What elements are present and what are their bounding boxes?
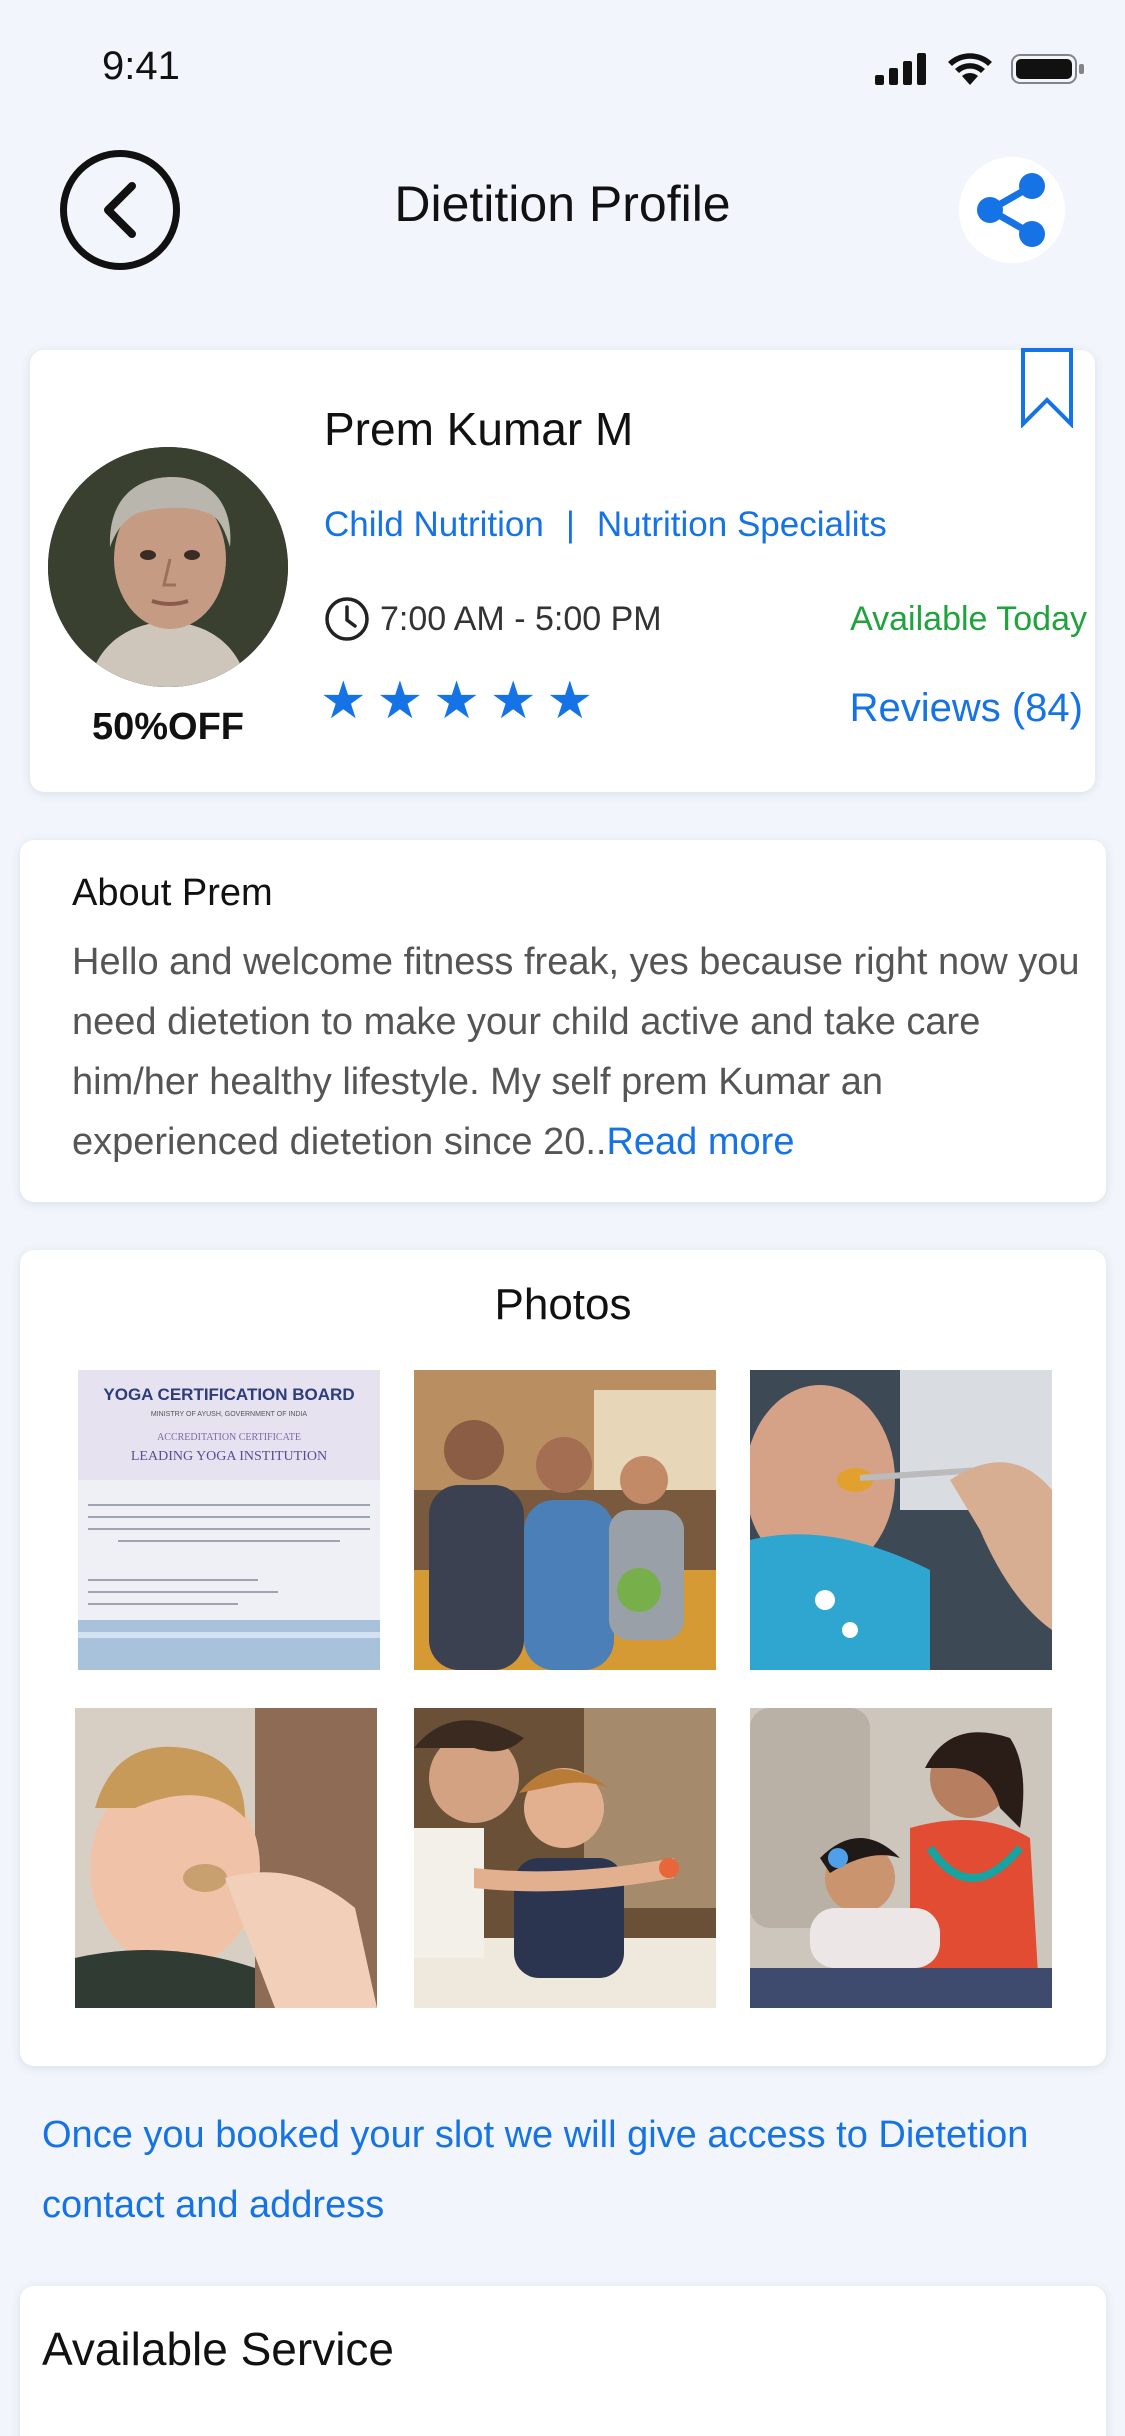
certificate-heading: ACCREDITATION CERTIFICATE	[157, 1432, 301, 1443]
working-hours: 7:00 AM - 5:00 PM	[324, 596, 662, 642]
star-icon: ★	[320, 672, 367, 730]
available-service-card: Available Service	[20, 2286, 1106, 2436]
specialty-separator: |	[565, 505, 575, 544]
share-icon	[977, 173, 1045, 247]
avatar-photo	[48, 447, 288, 687]
photos-card: Photos YOGA CERTIFICATION BOARD MINISTRY…	[20, 1250, 1106, 2066]
certificate-board: YOGA CERTIFICATION BOARD	[103, 1385, 354, 1404]
availability-status: Available Today	[850, 600, 1087, 638]
about-text: Hello and welcome fitness freak, yes bec…	[72, 932, 1092, 1172]
star-icon: ★	[546, 672, 594, 730]
status-icons	[875, 52, 1085, 86]
wifi-icon	[948, 53, 992, 85]
battery-icon	[1011, 54, 1084, 84]
read-more-link[interactable]: Read more	[606, 1121, 794, 1163]
share-button[interactable]	[959, 157, 1065, 263]
star-icon: ★	[489, 672, 537, 730]
specialty-tag[interactable]: Child Nutrition	[324, 505, 544, 545]
toddler-eating-image	[75, 1708, 377, 2008]
mother-feeding-image	[414, 1708, 716, 2008]
baby-eating-image	[750, 1370, 1052, 1670]
certificate-subtitle: LEADING YOGA INSTITUTION	[131, 1449, 327, 1464]
specialty-tag[interactable]: Nutrition Specialits	[597, 505, 887, 545]
avatar	[48, 447, 288, 687]
about-title: About Prem	[72, 872, 273, 914]
profile-card[interactable]: 50%OFF Prem Kumar M Child Nutrition | Nu…	[30, 348, 1095, 792]
service-title: Available Service	[42, 2323, 395, 2375]
photo-family[interactable]	[414, 1370, 716, 1670]
hours-text: 7:00 AM - 5:00 PM	[380, 599, 662, 638]
star-icon: ★	[433, 672, 480, 730]
status-time: 9:41	[102, 44, 180, 88]
status-bar: 9:41	[0, 0, 1125, 130]
photo-toddler-eating[interactable]	[75, 1708, 377, 2008]
star-icon: ★	[376, 672, 424, 730]
navigation-header: Dietition Profile	[0, 145, 1125, 275]
photo-certificate[interactable]: YOGA CERTIFICATION BOARD MINISTRY OF AYU…	[78, 1370, 380, 1670]
photo-mother-feeding[interactable]	[414, 1708, 716, 2008]
booking-access-note: Once you booked your slot we will give a…	[42, 2114, 1029, 2226]
reviews-link[interactable]: Reviews (84)	[850, 686, 1083, 731]
photo-baby-eating[interactable]	[750, 1370, 1052, 1670]
page-title: Dietition Profile	[394, 176, 731, 232]
dietitian-name: Prem Kumar M	[324, 403, 634, 455]
photo-mother-baby[interactable]	[750, 1708, 1052, 2008]
certificate-ministry: MINISTRY OF AYUSH, GOVERNMENT OF INDIA	[151, 1411, 308, 1418]
about-card: About Prem Hello and welcome fitness fre…	[20, 840, 1106, 1202]
rating-stars: ★ ★ ★ ★ ★	[320, 675, 593, 727]
bookmark-icon	[1021, 348, 1073, 429]
bookmark-button[interactable]	[1019, 348, 1075, 433]
mother-baby-image	[750, 1708, 1052, 2008]
specialty-list: Child Nutrition | Nutrition Specialits	[324, 505, 887, 545]
discount-label: 50%OFF	[91, 706, 245, 748]
signal-icon	[875, 53, 926, 85]
clock-icon	[325, 597, 369, 641]
certificate-image: YOGA CERTIFICATION BOARD MINISTRY OF AYU…	[78, 1370, 380, 1670]
family-image	[414, 1370, 716, 1670]
photos-title: Photos	[494, 1280, 632, 1329]
about-description: Hello and welcome fitness freak, yes bec…	[72, 941, 1080, 1163]
